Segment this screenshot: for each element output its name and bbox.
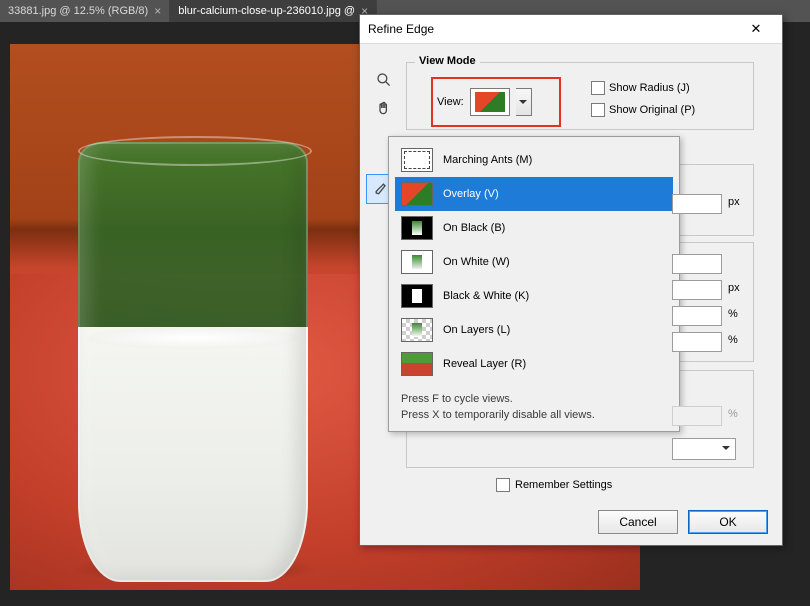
- hand-tool[interactable]: [372, 96, 396, 120]
- checkbox-label: Show Radius (J): [609, 82, 690, 94]
- on-white-thumb-icon: [401, 250, 433, 274]
- chevron-down-icon[interactable]: [516, 88, 532, 116]
- output-to-select[interactable]: [672, 438, 736, 460]
- marching-ants-thumb-icon: [401, 148, 433, 172]
- ok-button[interactable]: OK: [688, 510, 768, 534]
- hand-icon: [376, 100, 392, 116]
- black-white-thumb-icon: [401, 284, 433, 308]
- radius-input[interactable]: [672, 194, 722, 214]
- group-legend: View Mode: [415, 55, 480, 67]
- view-picker-highlight: View:: [431, 77, 561, 127]
- dialog-titlebar[interactable]: Refine Edge ✕: [360, 15, 782, 44]
- zoom-tool[interactable]: [372, 68, 396, 92]
- magnifier-icon: [376, 72, 392, 88]
- checkbox-icon: [591, 81, 605, 95]
- unit-label: %: [728, 408, 738, 420]
- view-mode-group: View Mode View: Show Radius (J) Show Ori…: [406, 62, 754, 130]
- view-option-black-white[interactable]: Black & White (K): [395, 279, 673, 313]
- smooth-input[interactable]: [672, 254, 722, 274]
- cancel-button[interactable]: Cancel: [598, 510, 678, 534]
- view-option-on-white[interactable]: On White (W): [395, 245, 673, 279]
- dialog-body: View Mode View: Show Radius (J) Show Ori…: [360, 44, 782, 546]
- canvas-image: [78, 142, 308, 582]
- overlay-thumb-icon: [401, 182, 433, 206]
- button-label: Cancel: [619, 515, 656, 529]
- option-label: On White (W): [443, 256, 510, 268]
- option-label: On Black (B): [443, 222, 505, 234]
- remember-settings-checkbox[interactable]: Remember Settings: [496, 478, 612, 492]
- unit-label: px: [728, 196, 740, 208]
- close-icon[interactable]: ×: [154, 0, 161, 22]
- view-label: View:: [437, 96, 464, 108]
- on-black-thumb-icon: [401, 216, 433, 240]
- checkbox-icon: [591, 103, 605, 117]
- view-swatch[interactable]: [470, 88, 510, 116]
- option-label: Overlay (V): [443, 188, 499, 200]
- feather-input[interactable]: [672, 280, 722, 300]
- option-label: Reveal Layer (R): [443, 358, 526, 370]
- checkbox-label: Show Original (P): [609, 104, 695, 116]
- dialog-title: Refine Edge: [368, 22, 434, 36]
- checkbox-label: Remember Settings: [515, 479, 612, 491]
- dropdown-hint: Press F to cycle views.: [395, 389, 673, 405]
- amount-input: [672, 406, 722, 426]
- document-tab[interactable]: blur-calcium-close-up-236010.jpg @ ×: [170, 0, 377, 22]
- unit-label: %: [728, 308, 738, 320]
- document-tab[interactable]: 33881.jpg @ 12.5% (RGB/8) ×: [0, 0, 170, 22]
- view-option-on-layers[interactable]: On Layers (L): [395, 313, 673, 347]
- view-option-marching-ants[interactable]: Marching Ants (M): [395, 143, 673, 177]
- option-label: Black & White (K): [443, 290, 529, 302]
- view-option-reveal-layer[interactable]: Reveal Layer (R): [395, 347, 673, 381]
- on-layers-thumb-icon: [401, 318, 433, 342]
- overlay-thumb-icon: [475, 92, 505, 112]
- unit-label: px: [728, 282, 740, 294]
- view-option-on-black[interactable]: On Black (B): [395, 211, 673, 245]
- brush-icon: [373, 181, 389, 197]
- option-label: Marching Ants (M): [443, 154, 532, 166]
- view-mode-dropdown: Marching Ants (M) Overlay (V) On Black (…: [388, 136, 680, 432]
- close-icon[interactable]: ✕: [736, 19, 776, 39]
- unit-label: %: [728, 334, 738, 346]
- button-label: OK: [719, 515, 736, 529]
- show-original-checkbox[interactable]: Show Original (P): [591, 103, 695, 117]
- tab-label: blur-calcium-close-up-236010.jpg @: [178, 0, 355, 22]
- checkbox-icon: [496, 478, 510, 492]
- refine-edge-dialog: Refine Edge ✕ View Mode View:: [359, 14, 783, 546]
- reveal-layer-thumb-icon: [401, 352, 433, 376]
- option-label: On Layers (L): [443, 324, 510, 336]
- contrast-input[interactable]: [672, 306, 722, 326]
- dialog-button-row: Cancel OK: [598, 510, 768, 534]
- shift-edge-input[interactable]: [672, 332, 722, 352]
- dropdown-hint: Press X to temporarily disable all views…: [395, 405, 673, 421]
- show-radius-checkbox[interactable]: Show Radius (J): [591, 81, 690, 95]
- tab-label: 33881.jpg @ 12.5% (RGB/8): [8, 0, 148, 22]
- view-option-overlay[interactable]: Overlay (V): [395, 177, 673, 211]
